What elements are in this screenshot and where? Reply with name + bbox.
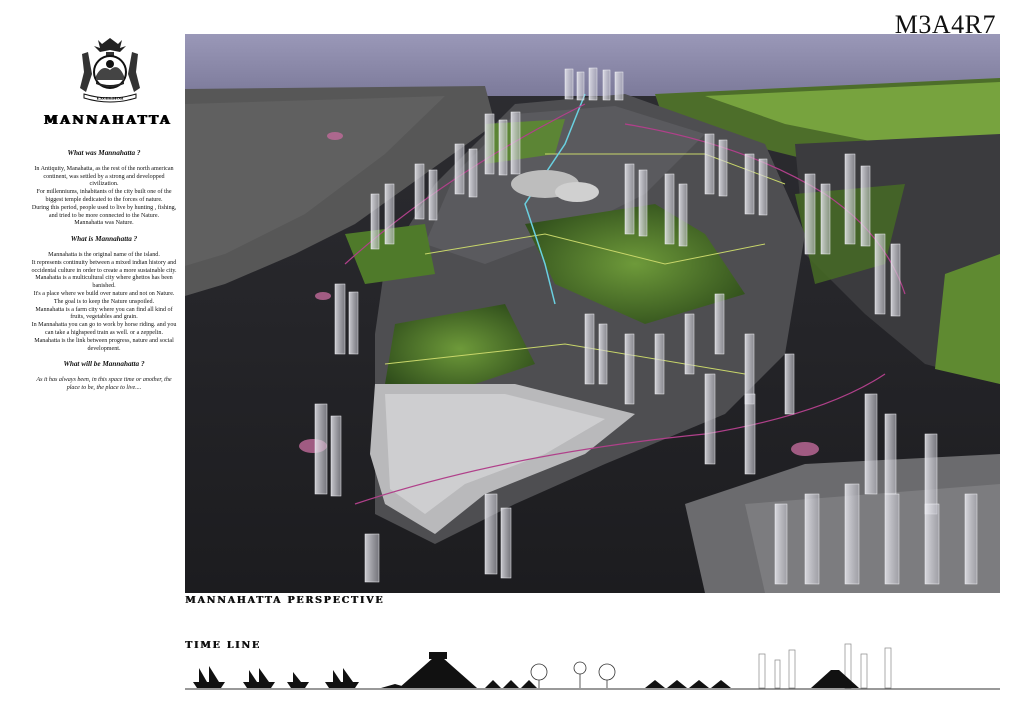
paragraph: For millenniums, inhabitants of the city… <box>36 189 172 203</box>
paragraph: Mannahatta was Nature. <box>74 220 134 227</box>
question-what-was: What was Mannahatta ? <box>67 149 141 157</box>
perspective-caption: MANNAHATTA PERSPECTIVE <box>185 595 385 606</box>
city-perspective-render <box>185 34 1000 593</box>
paragraph: During this period, people used to live … <box>31 204 177 219</box>
coat-of-arms-seal: EXCELSIOR <box>80 38 140 103</box>
paragraph: It represents continuity between a mixed… <box>31 259 177 274</box>
paragraph: The goal is to keep the Nature unspoiled… <box>53 298 155 305</box>
pyramid-icon <box>399 658 477 688</box>
question-what-is: What is Mannahatta ? <box>70 235 138 244</box>
paragraph: Manahatta is the link between progress, … <box>34 337 174 352</box>
pyramid-icon <box>811 670 859 688</box>
paragraph: Manahatta is a multicultural city where … <box>35 275 173 290</box>
paragraph: Mannahatta is the original name of the i… <box>48 251 160 258</box>
ship-icons <box>193 666 359 688</box>
paragraph: It's a place where we build over nature … <box>33 290 175 297</box>
brand-title: MANNAHATTA <box>44 112 173 127</box>
svg-text:EXCELSIOR: EXCELSIOR <box>97 96 124 101</box>
tree-icons <box>530 661 616 688</box>
question-what-will: What will be Mannahatta ? <box>63 360 145 369</box>
description-column: What was Mannahatta ? In Antiquity, Mana… <box>30 149 178 393</box>
perspective-illustration <box>185 34 1000 593</box>
paragraph: In Antiquity, Manahatta, as the rest of … <box>34 165 174 188</box>
closing-paragraph: As it has always been, in this space tim… <box>36 377 172 391</box>
paragraph: Mannahatta is a farm city where you can … <box>35 306 173 321</box>
paragraph: In Mannahatta you can go to work by hors… <box>31 322 177 336</box>
timeline-illustration <box>185 643 1000 690</box>
